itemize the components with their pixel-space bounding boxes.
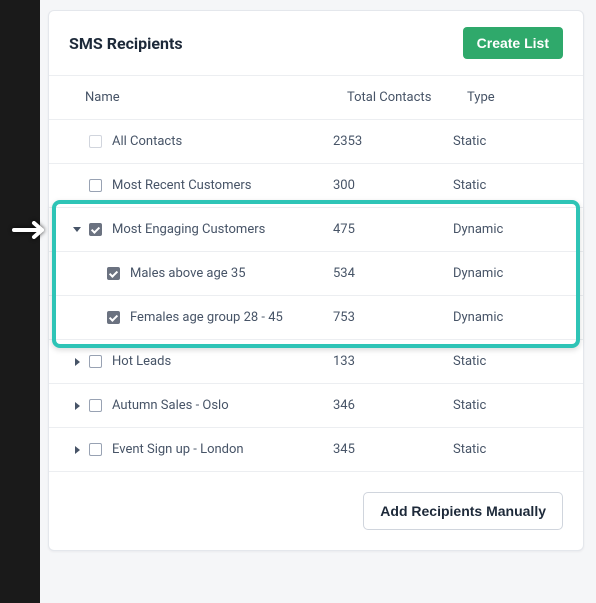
sidebar-strip: [0, 0, 40, 603]
expand-slot: [69, 446, 85, 454]
name-cell: Males above age 35: [85, 266, 333, 281]
col-header-type: Type: [467, 90, 563, 105]
name-cell: Hot Leads: [85, 354, 333, 369]
expand-slot: [69, 358, 85, 366]
row-contacts: 753: [333, 310, 453, 325]
card-header: SMS Recipients Create List: [49, 11, 583, 75]
row-checkbox[interactable]: [107, 311, 120, 324]
name-cell: All Contacts: [85, 134, 333, 149]
col-header-name: Name: [85, 90, 347, 105]
name-cell: Autumn Sales - Oslo: [85, 398, 333, 413]
chevron-right-icon[interactable]: [75, 402, 80, 410]
row-type: Static: [453, 134, 563, 149]
row-contacts: 345: [333, 442, 453, 457]
row-name-label: All Contacts: [112, 134, 182, 149]
row-checkbox[interactable]: [89, 399, 102, 412]
table-row: All Contacts 2353Static: [49, 120, 583, 164]
row-contacts: 300: [333, 178, 453, 193]
row-name-label: Males above age 35: [130, 266, 246, 281]
row-checkbox[interactable]: [89, 223, 102, 236]
row-checkbox[interactable]: [89, 179, 102, 192]
row-name-label: Hot Leads: [112, 354, 171, 369]
table-row: Most Engaging Customers 475Dynamic: [49, 208, 583, 252]
table-row: Hot Leads 133Static: [49, 340, 583, 384]
row-name-label: Event Sign up - London: [112, 442, 244, 457]
row-contacts: 534: [333, 266, 453, 281]
row-type: Static: [453, 398, 563, 413]
row-type: Static: [453, 442, 563, 457]
name-cell: Event Sign up - London: [85, 442, 333, 457]
create-list-button[interactable]: Create List: [463, 27, 563, 59]
add-recipients-manually-button[interactable]: Add Recipients Manually: [363, 492, 563, 530]
row-type: Static: [453, 178, 563, 193]
recipients-card: SMS Recipients Create List Name Total Co…: [48, 10, 584, 551]
table-header: Name Total Contacts Type: [49, 75, 583, 120]
row-type: Dynamic: [453, 310, 563, 325]
expand-slot: [69, 402, 85, 410]
table-row: Most Recent Customers 300Static: [49, 164, 583, 208]
row-name-label: Females age group 28 - 45: [130, 310, 283, 325]
row-checkbox[interactable]: [89, 355, 102, 368]
row-type: Static: [453, 354, 563, 369]
table-body: All Contacts2353StaticMost Recent Custom…: [49, 120, 583, 471]
row-contacts: 2353: [333, 134, 453, 149]
row-contacts: 346: [333, 398, 453, 413]
chevron-right-icon[interactable]: [75, 446, 80, 454]
row-contacts: 133: [333, 354, 453, 369]
table-row: Females age group 28 - 45 753Dynamic: [49, 296, 583, 340]
row-type: Dynamic: [453, 222, 563, 237]
row-type: Dynamic: [453, 266, 563, 281]
row-checkbox[interactable]: [89, 135, 102, 148]
name-cell: Most Engaging Customers: [85, 222, 333, 237]
row-checkbox[interactable]: [107, 267, 120, 280]
row-contacts: 475: [333, 222, 453, 237]
chevron-right-icon[interactable]: [75, 358, 80, 366]
name-cell: Females age group 28 - 45: [85, 310, 333, 325]
row-checkbox[interactable]: [89, 443, 102, 456]
row-name-label: Most Recent Customers: [112, 178, 252, 193]
chevron-down-icon[interactable]: [73, 227, 81, 232]
expand-slot: [69, 227, 85, 232]
card-title: SMS Recipients: [69, 34, 183, 53]
name-cell: Most Recent Customers: [85, 178, 333, 193]
table-row: Males above age 35 534Dynamic: [49, 252, 583, 296]
col-header-contacts: Total Contacts: [347, 90, 467, 105]
row-name-label: Autumn Sales - Oslo: [112, 398, 229, 413]
card-footer: Add Recipients Manually: [49, 471, 583, 550]
row-name-label: Most Engaging Customers: [112, 222, 265, 237]
table-row: Event Sign up - London 345Static: [49, 428, 583, 471]
table-row: Autumn Sales - Oslo 346Static: [49, 384, 583, 428]
